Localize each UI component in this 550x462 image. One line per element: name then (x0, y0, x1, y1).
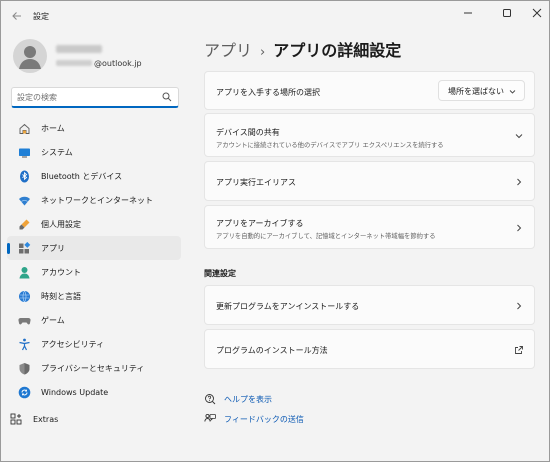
page-title: アプリの詳細設定 (273, 41, 402, 60)
get-help-link[interactable]: ヘルプを表示 (204, 392, 272, 406)
windows-update-icon (17, 385, 31, 399)
breadcrumb: アプリ › アプリの詳細設定 (204, 37, 401, 61)
sidebar-item-personalization[interactable]: 個人用設定 (7, 212, 181, 236)
system-icon (17, 145, 31, 159)
external-link-icon (514, 345, 524, 355)
title-bar: 設定 (1, 1, 549, 31)
sidebar-item-label: アクセシビリティ (41, 339, 105, 349)
close-icon[interactable] (528, 6, 546, 20)
sidebar-nav: ホーム システム Bluetooth とデバイス ネットワークとインターネット … (7, 116, 181, 404)
extras-icon (9, 412, 23, 426)
avatar[interactable] (13, 39, 47, 73)
sidebar-item-label: ネットワークとインターネット (41, 195, 153, 205)
sidebar-item-label: システム (41, 147, 73, 157)
sidebar-item-apps[interactable]: アプリ (7, 236, 181, 260)
privacy-icon (17, 361, 31, 375)
share-across-devices-title: デバイス間の共有 (216, 128, 280, 137)
execution-alias-card[interactable]: アプリ実行エイリアス (204, 161, 535, 201)
chevron-down-icon (514, 131, 524, 141)
chevron-right-icon (514, 177, 524, 187)
share-across-devices-subtitle: アカウントに接続されている他のデバイスでアプリ エクスペリエンスを続行する (216, 142, 444, 149)
chevron-right-icon (514, 223, 524, 233)
archive-apps-card[interactable]: アプリをアーカイブする アプリを自動的にアーカイブして、記憶域とインターネット帯… (204, 205, 535, 249)
sidebar-item-label: Windows Update (41, 387, 109, 397)
user-name-redacted (56, 45, 102, 53)
bluetooth-icon (17, 169, 31, 183)
archive-apps-title: アプリをアーカイブする (216, 219, 304, 228)
sidebar-item-accessibility[interactable]: アクセシビリティ (7, 332, 181, 356)
breadcrumb-parent[interactable]: アプリ (204, 37, 252, 61)
archive-apps-subtitle: アプリを自動的にアーカイブして、記憶域とインターネット帯域幅を節約する (216, 233, 436, 240)
user-icon (19, 46, 41, 69)
email-redacted (56, 60, 92, 66)
sidebar-item-network[interactable]: ネットワークとインターネット (7, 188, 181, 212)
email-domain: @outlook.jp (94, 58, 142, 68)
sidebar-item-label: ホーム (41, 123, 65, 133)
sidebar-item-system[interactable]: システム (7, 140, 181, 164)
minimize-icon[interactable] (459, 6, 477, 20)
get-help-label: ヘルプを表示 (224, 394, 272, 404)
settings-window: 設定 @outlook.jp 設定の検索 ホーム システム Bluetooth … (0, 0, 550, 462)
sidebar-item-bluetooth[interactable]: Bluetooth とデバイス (7, 164, 181, 188)
gaming-icon (17, 313, 31, 327)
accessibility-icon (17, 337, 31, 351)
sidebar-item-gaming[interactable]: ゲーム (7, 308, 181, 332)
feedback-label: フィードバックの送信 (224, 414, 304, 424)
install-source-card: アプリを入手する場所の選択 場所を選ばない (204, 71, 535, 110)
personalization-icon (17, 217, 31, 231)
maximize-icon[interactable] (498, 6, 516, 20)
chevron-right-icon (514, 301, 524, 311)
chevron-down-icon (508, 87, 517, 96)
window-title: 設定 (33, 12, 49, 21)
related-settings-heading: 関連設定 (204, 269, 236, 278)
search-input[interactable]: 設定の検索 (11, 87, 179, 108)
install-source-selected: 場所を選ばない (448, 87, 504, 96)
uninstall-updates-title: 更新プログラムをアンインストールする (216, 302, 360, 311)
install-programs-title: プログラムのインストール方法 (216, 346, 328, 355)
breadcrumb-separator: › (260, 45, 266, 60)
sidebar-item-label: Bluetooth とデバイス (41, 171, 123, 181)
account-icon (17, 265, 31, 279)
sidebar-item-label: アカウント (41, 267, 81, 277)
feedback-link[interactable]: フィードバックの送信 (204, 412, 304, 426)
sidebar-item-accounts[interactable]: アカウント (7, 260, 181, 284)
sidebar-item-label: 個人用設定 (41, 219, 81, 229)
sidebar-item-label: 時刻と言語 (41, 291, 81, 301)
help-icon (204, 393, 216, 405)
sidebar-item-time-language[interactable]: 時刻と言語 (7, 284, 181, 308)
install-source-title: アプリを入手する場所の選択 (216, 88, 320, 97)
sidebar-item-label: Extras (33, 414, 59, 424)
search-placeholder: 設定の検索 (17, 93, 57, 102)
sidebar-item-label: アプリ (41, 243, 65, 253)
feedback-icon (204, 413, 216, 425)
install-programs-card[interactable]: プログラムのインストール方法 (204, 329, 535, 369)
apps-icon (17, 241, 31, 255)
home-icon (17, 121, 31, 135)
network-icon (17, 193, 31, 207)
time-language-icon (17, 289, 31, 303)
sidebar-item-privacy[interactable]: プライバシーとセキュリティ (7, 356, 181, 380)
search-icon[interactable] (162, 92, 172, 102)
user-email: @outlook.jp (56, 58, 142, 68)
uninstall-updates-card[interactable]: 更新プログラムをアンインストールする (204, 285, 535, 325)
sidebar-item-home[interactable]: ホーム (7, 116, 181, 140)
sidebar-item-windows-update[interactable]: Windows Update (7, 380, 181, 404)
back-arrow-icon[interactable] (10, 9, 24, 23)
share-across-devices-card[interactable]: デバイス間の共有 アカウントに接続されている他のデバイスでアプリ エクスペリエン… (204, 113, 535, 157)
sidebar-item-label: ゲーム (41, 315, 65, 325)
sidebar-item-extras[interactable]: Extras (7, 408, 181, 430)
sidebar-item-label: プライバシーとセキュリティ (41, 363, 145, 373)
install-source-dropdown[interactable]: 場所を選ばない (438, 80, 525, 101)
execution-alias-title: アプリ実行エイリアス (216, 178, 296, 187)
active-indicator (7, 243, 10, 254)
